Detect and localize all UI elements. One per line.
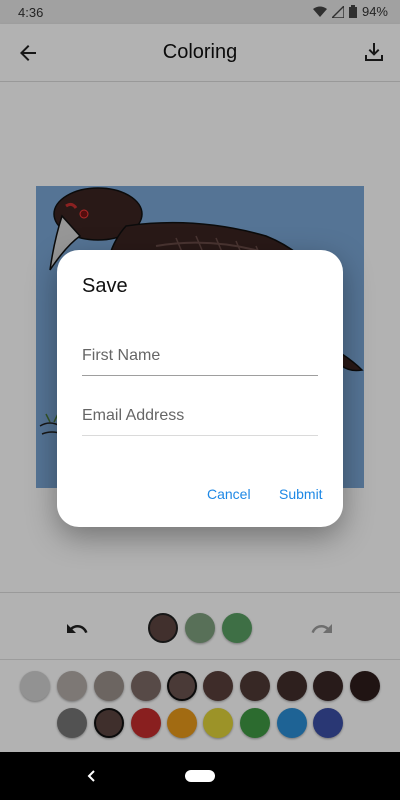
dialog-title: Save [82,275,128,297]
navigation-bar [0,752,400,800]
nav-back-icon[interactable] [82,766,102,786]
nav-home-pill[interactable] [185,770,215,782]
cancel-button[interactable]: Cancel [207,486,251,502]
first-name-field[interactable] [82,336,318,375]
email-field-container [82,396,318,436]
email-field[interactable] [82,396,318,435]
submit-button[interactable]: Submit [279,486,323,502]
save-dialog: Save Cancel Submit [57,250,343,527]
first-name-field-container [82,336,318,376]
